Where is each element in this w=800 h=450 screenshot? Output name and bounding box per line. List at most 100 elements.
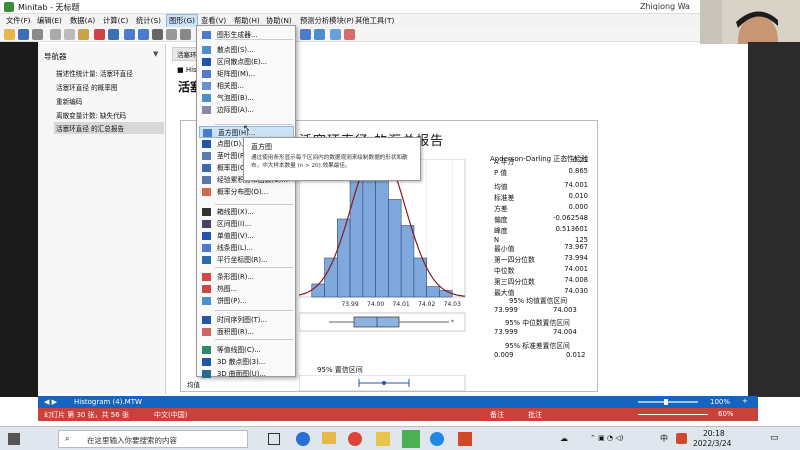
app-icon[interactable] [376,432,390,446]
zoom-slider-thumb[interactable] [664,399,668,405]
graph-menu-item[interactable]: 时间序列图(T)... [199,314,294,326]
file-explorer-icon[interactable] [322,432,336,444]
notification-icon[interactable]: ▭ [770,433,779,443]
graph-menu-item[interactable]: 箱线图(X)... [199,206,294,218]
graph-menu-item[interactable]: 矩阵图(M)... [199,68,294,80]
info-icon[interactable] [180,29,191,40]
graph-menu-item[interactable]: 面积图(R)... [199,326,294,338]
zoom-in-icon[interactable]: + [742,397,748,405]
nav-arrows-icon[interactable]: ◀ ▶ [44,398,57,406]
graph-menu-item-label: 面积图(R)... [217,328,254,336]
menu-data[interactable]: 数据(A) [68,15,97,27]
chevron-down-icon[interactable]: ▼ [153,50,158,58]
graph-menu-item[interactable]: 单值图(V)... [199,230,294,242]
language-indicator[interactable]: 中文(中国) [154,410,187,420]
tray-icons[interactable]: ⌃ ▣ ◔ ◁) [590,434,623,442]
stat-value: -0.062548 [553,214,588,222]
save-icon[interactable] [18,29,29,40]
ppt-zoom-slider[interactable] [638,414,708,415]
worksheet-tab[interactable]: Histogram (4).MTW [74,398,142,406]
chrome-icon[interactable] [348,432,362,446]
graph-menu-dropdown: 图形生成器... 散点图(S)... 区间散点图(E)... 矩阵图(M)... 相关图… [196,25,296,380]
marginal-icon [202,106,211,114]
paste-icon[interactable] [78,29,89,40]
print-icon[interactable] [32,29,43,40]
graph-menu-item[interactable]: 3D 曲面图(U)... [199,368,294,380]
nav-item-probability[interactable]: 活塞环直径 的概率图 [56,82,117,92]
matrix-icon [202,70,211,78]
minitab-taskbar-icon[interactable] [402,430,420,448]
graph-menu-item[interactable]: 散点图(S)... [199,44,294,56]
task-view-icon[interactable] [268,433,280,445]
copy-icon[interactable] [64,29,75,40]
x-tick-label: 74.01 [393,301,410,308]
cut-icon[interactable] [50,29,61,40]
nav-item-tally[interactable]: 离散变量计数: 缺失代码 [56,110,126,120]
interval-scatter-icon [202,58,211,66]
powerpoint-icon[interactable] [458,432,472,446]
menu-calc[interactable]: 计算(C) [101,15,130,27]
copy-cells-icon[interactable] [108,29,119,40]
graph-menu-item-label: 矩阵图(M)... [217,70,256,78]
window-icon[interactable] [152,29,163,40]
graph-menu-item[interactable]: 边际图(A)... [199,104,294,116]
windows-start-icon[interactable] [8,433,20,445]
graph-menu-item[interactable]: 相关图... [199,80,294,92]
stat-label: 第一四分位数 [494,256,535,264]
zoom-slider[interactable] [638,401,698,403]
graph-menu-item[interactable]: 线条图(L)... [199,242,294,254]
graph-menu-item[interactable]: 饼图(P)... [199,295,294,307]
edge-icon[interactable] [296,432,310,446]
menu-file[interactable]: 文件(F) [4,15,32,27]
graph-menu-item[interactable]: 概率分布图(O)... [199,186,294,198]
nav-item-descriptive[interactable]: 描述性统计量: 活塞环直径 [56,68,133,78]
find-icon[interactable] [166,29,177,40]
stat-label: 标准差 [494,194,515,202]
redo-icon[interactable] [138,29,149,40]
ci-sd-title: 95% 标准差置信区间 [505,342,570,350]
delete-icon[interactable] [94,29,105,40]
scatter-tool-icon[interactable] [314,29,325,40]
ci-plot [299,375,466,391]
interval-icon [202,220,211,228]
weather-icon[interactable]: ☁ [560,434,568,443]
search-box[interactable]: ⌕ 在这里输入你要搜索的内容 [58,430,248,448]
graph-menu-item[interactable]: 3D 散点图(3)... [199,356,294,368]
browser-icon[interactable] [430,432,444,446]
stat-value: 73.994 [564,254,588,262]
graph-menu-item[interactable]: 平行坐标图(R)... [199,254,294,266]
menu-tools[interactable]: 其他工具(T) [353,15,396,27]
graph-menu-item[interactable]: 等值线图(C)... [199,344,294,356]
stat-label: P 值 [494,169,508,177]
ci-median-low: 73.999 [494,328,518,336]
graph-menu-item-label: 时间序列图(T)... [217,316,267,324]
graph-menu-item[interactable]: 热图... [199,283,294,295]
nav-item-recode[interactable]: 重新编码 [56,96,82,106]
menu-stat[interactable]: 统计(S) [134,15,163,27]
graph-menu-item[interactable]: 气泡图(B)... [199,92,294,104]
pie-icon [202,297,211,305]
ci-mean-title: 95% 均值置信区间 [509,297,568,305]
stat-label: 第三四分位数 [494,278,535,286]
ci-mean-low: 73.999 [494,306,518,314]
brush-icon[interactable] [330,29,341,40]
ime-indicator[interactable]: 中 [660,433,668,444]
stat-value: 74.008 [564,276,588,284]
graph-edit-icon[interactable] [300,29,311,40]
annotate-icon[interactable] [344,29,355,40]
graph-menu-item[interactable]: 条形图(R)... [199,271,294,283]
undo-icon[interactable] [124,29,135,40]
menu-graph[interactable]: 图形(G) [166,14,198,28]
menu-predictive[interactable]: 预测分析模块(P) [298,15,356,27]
menu-separator [215,310,293,311]
graph-menu-item[interactable]: 区间散点图(E)... [199,56,294,68]
sogou-icon[interactable] [676,433,687,444]
notes-button[interactable]: 备注 [490,410,504,420]
menu-edit[interactable]: 编辑(E) [35,15,64,27]
nav-item-summary[interactable]: 活塞环直径 的汇总报告 [54,122,164,134]
status-bar: 幻灯片 第 30 张，共 56 张 中文(中国) 备注 批注 60% [38,408,758,421]
open-icon[interactable] [4,29,15,40]
ci-median-high: 74.004 [553,328,577,336]
comments-button[interactable]: 批注 [528,410,542,420]
graph-menu-item[interactable]: 区间图(I)... [199,218,294,230]
